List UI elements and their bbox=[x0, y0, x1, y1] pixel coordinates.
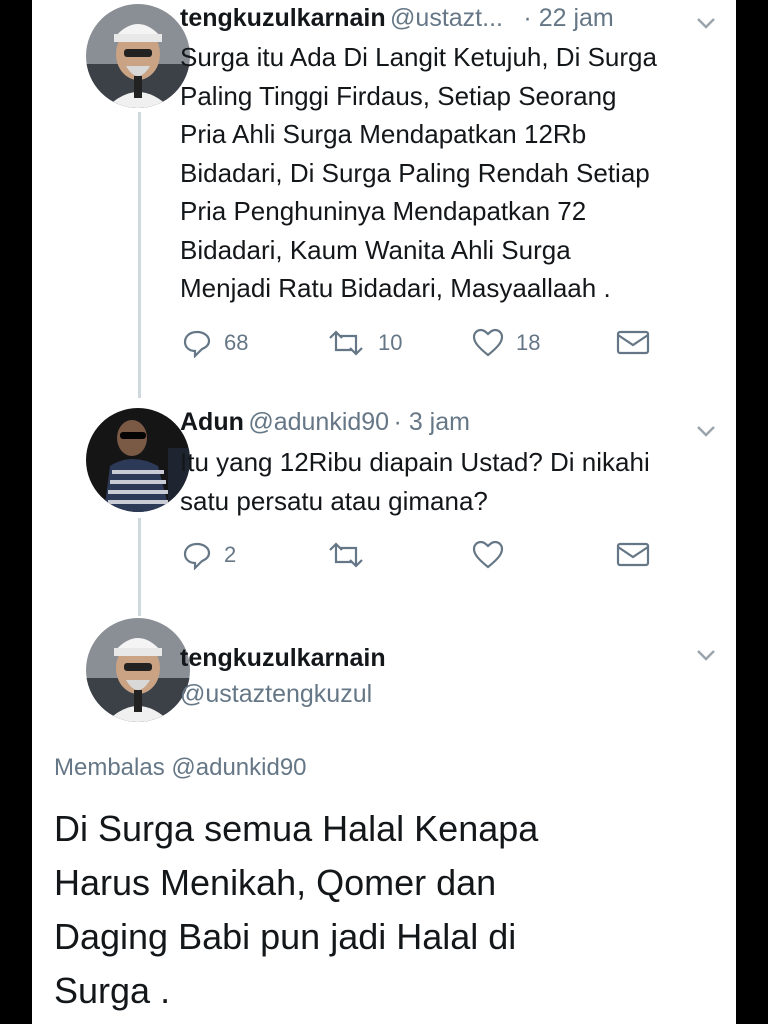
main-tweet-header: tengkuzulkarnain @ustaztengkuzul bbox=[180, 642, 716, 714]
chevron-down-icon[interactable] bbox=[696, 10, 716, 36]
tweet-body: Surga itu Ada Di Langit Ketujuh, Di Surg… bbox=[180, 38, 716, 308]
heart-icon bbox=[472, 540, 504, 569]
retweet-icon bbox=[329, 542, 363, 568]
tweet-header: tengkuzulkarnain @ustazt... · 22 jam bbox=[180, 4, 716, 38]
tweet-line: Menjadi Ratu Bidadari, Masyaallaah . bbox=[180, 273, 611, 303]
thread-line bbox=[138, 518, 141, 616]
reply-button[interactable]: 68 bbox=[182, 328, 248, 358]
tweet-actions: 2 bbox=[182, 540, 702, 576]
replying-label: Membalas bbox=[54, 754, 165, 781]
handle[interactable]: @ustazt... bbox=[390, 4, 503, 32]
reply-icon bbox=[183, 542, 211, 570]
tweet-line: Di Surga semua Halal Kenapa bbox=[54, 808, 539, 849]
like-count: 18 bbox=[516, 330, 541, 355]
tweet-body: Itu yang 12Ribu diapain Ustad? Di nikahi… bbox=[180, 443, 716, 520]
handle[interactable]: @ustaztengkuzul bbox=[180, 674, 716, 714]
chevron-down-icon[interactable] bbox=[696, 418, 716, 444]
display-name[interactable]: Adun bbox=[180, 408, 244, 436]
tweet-line: satu persatu atau gimana? bbox=[180, 485, 488, 516]
reply-count: 2 bbox=[224, 542, 237, 567]
envelope-icon bbox=[616, 330, 650, 355]
dm-button[interactable] bbox=[616, 328, 650, 356]
chevron-down-icon[interactable] bbox=[696, 642, 716, 668]
replying-handle-link[interactable]: @adunkid90 bbox=[171, 754, 306, 781]
tweet-header: Adun @adunkid90 · 3 jam bbox=[180, 408, 716, 442]
tweet-line: Harus Menikah, Qomer dan bbox=[54, 862, 497, 903]
tweet-line: Pria Penghuninya Mendapatkan 72 bbox=[180, 196, 587, 226]
retweet-button[interactable] bbox=[326, 540, 378, 570]
display-name[interactable]: tengkuzulkarnain bbox=[180, 642, 716, 674]
avatar[interactable] bbox=[86, 408, 190, 512]
avatar[interactable] bbox=[86, 618, 190, 722]
replying-to: Membalas @adunkid90 bbox=[54, 754, 307, 782]
reply-button[interactable]: 2 bbox=[182, 540, 236, 570]
tweet-line: Daging Babi pun jadi Halal di bbox=[54, 916, 517, 957]
tweet-line: Paling Tinggi Firdaus, Setiap Seorang bbox=[180, 80, 617, 111]
avatar[interactable] bbox=[86, 4, 190, 108]
reply-count: 68 bbox=[224, 330, 249, 355]
tweet-line: Bidadari, Di Surga Paling Rendah Setiap bbox=[180, 157, 650, 188]
timestamp[interactable]: · 22 jam bbox=[523, 4, 613, 32]
reply-icon bbox=[183, 330, 211, 358]
dm-button[interactable] bbox=[616, 540, 650, 568]
tweet-line: Itu yang 12Ribu diapain Ustad? Di nikahi bbox=[180, 447, 650, 477]
heart-icon bbox=[472, 328, 504, 357]
thread-line bbox=[138, 112, 141, 398]
display-name[interactable]: tengkuzulkarnain bbox=[180, 4, 386, 32]
envelope-icon bbox=[616, 542, 650, 567]
retweet-icon bbox=[329, 330, 363, 356]
tweet-thread-screen: tengkuzulkarnain @ustazt... · 22 jam Sur… bbox=[32, 0, 736, 1024]
tweet-line: Surga itu Ada Di Langit Ketujuh, Di Surg… bbox=[180, 42, 657, 72]
tweet-line: Bidadari, Kaum Wanita Ahli Surga bbox=[180, 234, 571, 265]
like-button[interactable]: 18 bbox=[472, 328, 540, 358]
retweet-count: 10 bbox=[378, 330, 403, 355]
retweet-button[interactable]: 10 bbox=[326, 328, 402, 358]
tweet-line: Pria Ahli Surga Mendapatkan 12Rb bbox=[180, 119, 587, 149]
tweet-line: Surga . bbox=[54, 970, 171, 1011]
main-tweet-body: Di Surga semua Halal Kenapa Harus Menika… bbox=[54, 802, 694, 1018]
timestamp[interactable]: · 3 jam bbox=[394, 408, 470, 436]
like-button[interactable] bbox=[472, 540, 516, 570]
handle[interactable]: @adunkid90 bbox=[248, 408, 389, 436]
tweet-actions: 68 10 18 bbox=[182, 328, 702, 364]
